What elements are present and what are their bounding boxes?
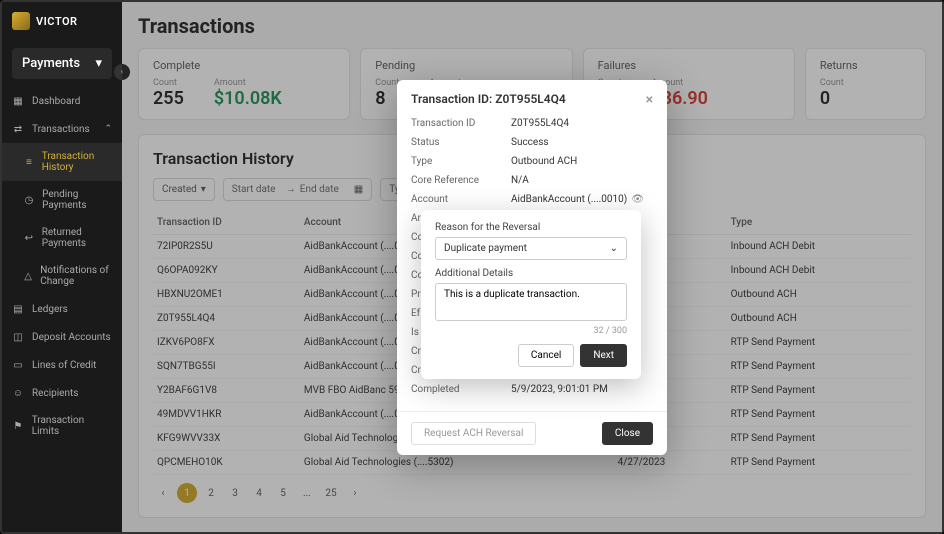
nav-notifications[interactable]: △Notifications of Change bbox=[2, 257, 122, 295]
detail-row: Transaction IDZ0T955L4Q4 bbox=[411, 114, 653, 133]
transaction-detail-modal: Transaction ID: Z0T955L4Q4 × Transaction… bbox=[397, 80, 667, 455]
reason-label: Reason for the Reversal bbox=[435, 222, 627, 233]
modal-backdrop[interactable]: Transaction ID: Z0T955L4Q4 × Transaction… bbox=[122, 2, 942, 532]
nav-dashboard[interactable]: ▦Dashboard bbox=[2, 87, 122, 115]
payments-label: Payments bbox=[22, 56, 80, 71]
transactions-icon: ⇄ bbox=[12, 123, 24, 135]
close-icon[interactable]: × bbox=[646, 92, 653, 108]
next-button[interactable]: Next bbox=[580, 344, 627, 367]
ledgers-icon: ▤ bbox=[12, 303, 24, 315]
detail-row: TypeOutbound ACH bbox=[411, 152, 653, 171]
logo-icon bbox=[12, 12, 30, 30]
recipients-icon: ☺ bbox=[12, 387, 24, 399]
nav-recipients[interactable]: ☺Recipients bbox=[2, 379, 122, 407]
sidebar: VICTOR Payments ▾ ▦Dashboard ⇄Transactio… bbox=[2, 2, 122, 532]
nav-deposit-accounts[interactable]: ◫Deposit Accounts bbox=[2, 323, 122, 351]
detail-row: AccountAidBankAccount (....0010)👁 bbox=[411, 190, 653, 209]
modal-title: Transaction ID: Z0T955L4Q4 bbox=[411, 92, 566, 108]
brand-text: VICTOR bbox=[36, 15, 78, 28]
cancel-button[interactable]: Cancel bbox=[518, 344, 574, 367]
main-content: Transactions Complete Count255 Amount$10… bbox=[122, 2, 942, 532]
close-button[interactable]: Close bbox=[602, 422, 653, 445]
reversal-reason-modal: Reason for the Reversal Duplicate paymen… bbox=[421, 210, 641, 379]
brand-logo: VICTOR bbox=[2, 2, 122, 40]
detail-row: Completed5/9/2023, 9:01:01 PM bbox=[411, 380, 653, 399]
detail-row: Core ReferenceN/A bbox=[411, 171, 653, 190]
reason-value: Duplicate payment bbox=[444, 243, 527, 254]
details-label: Additional Details bbox=[435, 268, 627, 279]
history-icon: ≡ bbox=[24, 156, 34, 168]
details-textarea[interactable] bbox=[435, 283, 627, 321]
chevron-down-icon: ⌄ bbox=[610, 243, 618, 254]
request-reversal-button[interactable]: Request ACH Reversal bbox=[411, 422, 536, 445]
nav-pending-payments[interactable]: ◷Pending Payments bbox=[2, 181, 122, 219]
nav-returned-payments[interactable]: ↩Returned Payments bbox=[2, 219, 122, 257]
dashboard-icon: ▦ bbox=[12, 95, 24, 107]
char-count: 32 / 300 bbox=[435, 326, 627, 336]
credit-icon: ▭ bbox=[12, 359, 24, 371]
pending-icon: ◷ bbox=[24, 194, 34, 206]
nav-lines-of-credit[interactable]: ▭Lines of Credit bbox=[2, 351, 122, 379]
payments-dropdown[interactable]: Payments ▾ bbox=[12, 48, 112, 79]
limits-icon: ⚑ bbox=[12, 420, 24, 432]
deposit-icon: ◫ bbox=[12, 331, 24, 343]
reason-select[interactable]: Duplicate payment ⌄ bbox=[435, 237, 627, 260]
detail-row: StatusSuccess bbox=[411, 133, 653, 152]
bell-icon: △ bbox=[24, 270, 32, 282]
caret-down-icon: ▾ bbox=[95, 56, 102, 71]
chevron-up-icon: ⌃ bbox=[104, 124, 112, 134]
nav-transaction-limits[interactable]: ⚑Transaction Limits bbox=[2, 407, 122, 445]
nav-transactions[interactable]: ⇄Transactions⌃ bbox=[2, 115, 122, 143]
returned-icon: ↩ bbox=[24, 232, 34, 244]
nav-transaction-history[interactable]: ≡Transaction History bbox=[2, 143, 122, 181]
eye-icon[interactable]: 👁 bbox=[631, 194, 644, 205]
nav-ledgers[interactable]: ▤Ledgers bbox=[2, 295, 122, 323]
